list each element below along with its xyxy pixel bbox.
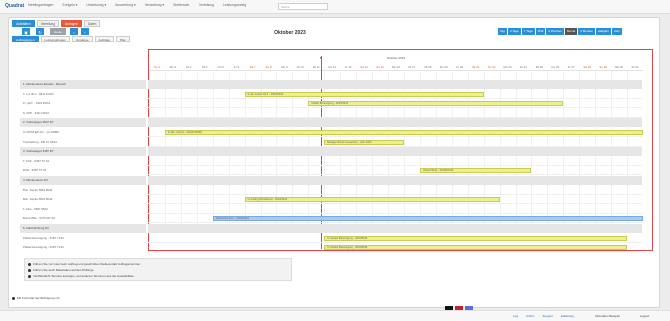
resource-group-label[interactable]: 2. Vorbesteger 9547 D7 — [20, 118, 146, 128]
page: Quadrat Meetinganfragen Ereignis ▾ Umset… — [0, 0, 670, 321]
app-logo[interactable]: Quadrat — [5, 3, 24, 9]
search-input[interactable]: Suche — [278, 3, 328, 10]
today-marker-icon: ▼ — [319, 56, 323, 60]
nav-item[interactable]: Leistungszweig — [223, 3, 246, 7]
radio-icon[interactable] — [12, 296, 15, 300]
resource-row — [148, 186, 642, 195]
refresh-button[interactable]: ↻ — [36, 28, 44, 35]
form-checkbox[interactable]: Mit Formular der Befolgung mit — [12, 296, 59, 300]
resource-label: Fr. jetzt. - 5119 D2S4 — [23, 101, 51, 106]
resource-label: Bun. Kepke 5891 8042 — [23, 197, 53, 202]
download-pdf-button[interactable]: ▣ — [22, 28, 30, 35]
view-switcher: Tag 3 Tage 7 Tage WW 2 Wochen Monat 3 Monate Ha… — [498, 28, 622, 35]
resource-label: T. KHF - 5487 T2.S1 — [23, 158, 50, 163]
today-button[interactable]: Heute — [50, 28, 66, 35]
nav-item[interactable]: Verteilung — [199, 3, 214, 7]
resource-group-label[interactable]: 5. Flachdichtung D3 — [20, 224, 146, 233]
prev-button[interactable]: ‹ — [70, 28, 78, 35]
main-tab-1[interactable]: Verteilung — [36, 20, 59, 27]
resource-label: Topfstellung - M5.47.S2S4 — [23, 139, 57, 144]
resource-row — [148, 166, 642, 176]
calendar-title: Oktober 2023 — [274, 30, 306, 36]
main-tab-0[interactable]: Aktivitäten — [12, 20, 35, 27]
resource-row — [148, 157, 642, 166]
note-item: Veröffentlicht Termine anzeigen, auf and… — [28, 274, 135, 278]
account-link[interactable]: Abmelden Beispiel — [595, 314, 620, 318]
resource-label: Plattenbereinigung - 5187 T1S3 — [23, 235, 64, 240]
resource-row — [148, 205, 642, 214]
resource-row — [148, 176, 642, 185]
note-item: Führen Sie auch Materialien auf den Phil… — [28, 268, 94, 272]
resource-group-label[interactable]: 4. Monteurteam D3 — [20, 176, 146, 185]
sub-tab-0[interactable]: Auftragstypen — [12, 36, 39, 42]
resource-label: Bund Mitte - 5475 M7 S4 — [23, 216, 55, 221]
event-bar[interactable]: In-Ber. Verbnit - 2023/2435F8 — [164, 130, 643, 135]
event-bar[interactable]: Urlaub Bereinigung - 2023/5434 — [308, 101, 564, 107]
note-text: Veröffentlicht Termine anzeigen, auf and… — [33, 274, 135, 278]
sub-tab-1[interactable]: Leistungsbogen — [40, 36, 70, 42]
event-bar[interactable]: In der Leiste Vol-1 - 2023/5434 — [244, 91, 484, 97]
sub-tab-4[interactable]: Plan — [115, 36, 130, 42]
event-bar[interactable]: In Verlauf Bereinigung - 2023/5434 — [324, 245, 628, 251]
resource-row — [148, 147, 642, 157]
resource-group-label[interactable]: 1. Monteurteam Einsatz - Bereich — [20, 80, 146, 89]
event-bar[interactable]: In Verlauf Bereinigung - 2023/5434 — [324, 235, 628, 241]
resource-row — [148, 109, 642, 118]
footer-links: Log Archiv Support Erklärung — [513, 314, 574, 318]
footer-link[interactable]: Erklärung — [561, 314, 574, 318]
main-tabs: Aktivitäten Verteilung Anfragen Daten — [12, 20, 101, 27]
view-button-4[interactable]: 2 Wochen — [546, 28, 564, 35]
footer: Log Archiv Support Erklärung Abmelden Be… — [0, 310, 670, 321]
notes-box: Führen Sie zur Liste beim Auftrag und ge… — [24, 258, 292, 281]
checkbox-label: Mit Formular der Befolgung mit — [17, 296, 60, 300]
view-button-1[interactable]: 3 Tage — [507, 28, 521, 35]
note-text: Führen Sie auch Materialien auf den Phil… — [33, 268, 95, 272]
resource-row — [148, 224, 642, 233]
sub-tab-2[interactable]: Vorgänge — [71, 36, 93, 42]
footer-link[interactable]: Log — [513, 314, 518, 318]
resource-row — [148, 118, 642, 128]
event-bar[interactable]: In Anfang Wundebrolt - 2023/5434 — [244, 197, 500, 203]
nav-item[interactable]: Auswertung ▾ — [115, 3, 136, 7]
resource-row — [148, 80, 642, 89]
resource-label: Bun. Kepke 5891 8042 — [23, 187, 53, 192]
event-bar[interactable]: Urlaub Binär - 2023/5434F — [419, 168, 532, 174]
view-button-5[interactable]: Monat — [564, 28, 578, 35]
nav-item[interactable]: Verwaltung ▾ — [145, 3, 164, 7]
resource-label: T. Also - 5487 9542 — [23, 206, 48, 211]
main-tab-2[interactable]: Anfragen — [60, 20, 82, 27]
view-button-0[interactable]: Tag — [498, 28, 507, 35]
note-item: Führen Sie zur Liste beim Auftrag und ge… — [28, 262, 141, 266]
next-button[interactable]: › — [81, 28, 89, 35]
footer-link[interactable]: Archiv — [526, 314, 534, 318]
sub-tabs: Auftragstypen Leistungsbogen Vorgänge Auftr… — [12, 36, 130, 42]
view-button-3[interactable]: WW — [535, 28, 546, 35]
top-nav-menu: Meetinganfragen Ereignis ▾ Umsetzung ▾ A… — [28, 3, 246, 7]
resource-label: T. v.d. Ben - 8641 D2S4 — [23, 91, 54, 96]
nav-item[interactable]: Ereignis ▾ — [62, 3, 77, 7]
resource-group-label[interactable]: 3. Vorbesteger 5487 D7 — [20, 147, 146, 157]
view-button-7[interactable]: Halbjahr — [595, 28, 611, 35]
nav-item[interactable]: Umsetzung ▾ — [86, 3, 106, 7]
bullet-icon — [28, 274, 31, 278]
resource-label: EUR - 5487 T2.S1 — [23, 168, 47, 173]
event-bar[interactable]: Beilage Nichten bewertern - Jahr 2023 — [324, 139, 404, 145]
footer-link[interactable]: Support — [542, 314, 553, 318]
view-button-6[interactable]: 3 Monate — [578, 28, 595, 35]
resource-label: S. MUSTER-Art. - ps.19880 — [23, 130, 59, 134]
logout-link[interactable]: Logout — [640, 314, 649, 318]
event-bar[interactable]: Nacharbeit Ann. - 2023/5434 — [212, 216, 643, 222]
main-tab-3[interactable]: Daten — [83, 20, 101, 27]
view-button-2[interactable]: 7 Tage — [521, 28, 535, 35]
nav-item[interactable]: Stellenvatr. — [173, 3, 190, 7]
bullet-icon — [28, 268, 31, 272]
sub-tab-3[interactable]: Aufträge — [94, 36, 114, 42]
resource-label: Plattenbereinigung - 5187 T1S3 — [23, 245, 64, 250]
note-text: Führen Sie zur Liste beim Auftrag und ge… — [33, 262, 141, 266]
top-navbar: Quadrat Meetinganfragen Ereignis ▾ Umset… — [0, 0, 670, 14]
resource-label: S. KPF - 5111 D2S4 — [23, 110, 49, 115]
nav-item[interactable]: Meetinganfragen — [28, 3, 53, 7]
bullet-icon — [28, 262, 31, 266]
view-button-8[interactable]: Jahr — [611, 28, 622, 35]
